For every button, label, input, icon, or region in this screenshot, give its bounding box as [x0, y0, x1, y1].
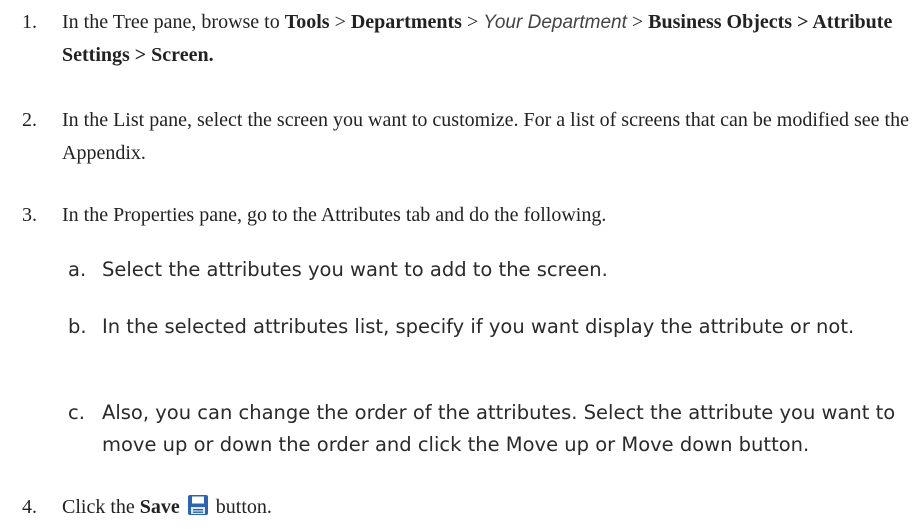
text-segment: Click the: [62, 496, 140, 518]
bold-departments: Departments: [350, 11, 462, 33]
step-number: 4.: [22, 496, 37, 518]
separator: >: [329, 11, 351, 33]
step-text: Click the Save button.: [62, 491, 917, 524]
substep-text: In the selected attributes list, specify…: [102, 315, 855, 338]
step-number: 1.: [22, 11, 37, 33]
substep-letter: b.: [68, 315, 87, 338]
step-text: In the Properties pane, go to the Attrib…: [62, 204, 607, 226]
substep-letter: c.: [68, 401, 85, 424]
bold-tools: Tools: [284, 11, 330, 33]
separator: >: [461, 11, 484, 33]
substep-c: c. Also, you can change the order of the…: [68, 397, 918, 461]
save-icon: [187, 495, 208, 515]
bold-save: Save: [139, 496, 180, 518]
step-3: 3. In the Properties pane, go to the Att…: [22, 199, 917, 232]
italic-your-department: Your Department: [483, 12, 627, 33]
substep-b: b. In the selected attributes list, spec…: [68, 311, 918, 343]
text-segment: In the Tree pane, browse to: [62, 11, 285, 33]
separator: >: [626, 11, 649, 33]
substep-letter: a.: [68, 258, 87, 281]
substep-text: Also, you can change the order of the at…: [102, 401, 896, 456]
step-4: 4. Click the Save button.: [22, 491, 917, 524]
step-1: 1. In the Tree pane, browse to Tools > D…: [22, 6, 917, 72]
substep-a: a. Select the attributes you want to add…: [68, 254, 918, 286]
text-segment: button.: [215, 496, 272, 518]
step-text: In the List pane, select the screen you …: [62, 109, 909, 164]
step-2: 2. In the List pane, select the screen y…: [22, 104, 917, 170]
substep-text: Select the attributes you want to add to…: [102, 258, 608, 281]
step-number: 3.: [22, 204, 37, 226]
step-number: 2.: [22, 109, 37, 131]
step-text: In the Tree pane, browse to Tools > Depa…: [62, 6, 917, 72]
